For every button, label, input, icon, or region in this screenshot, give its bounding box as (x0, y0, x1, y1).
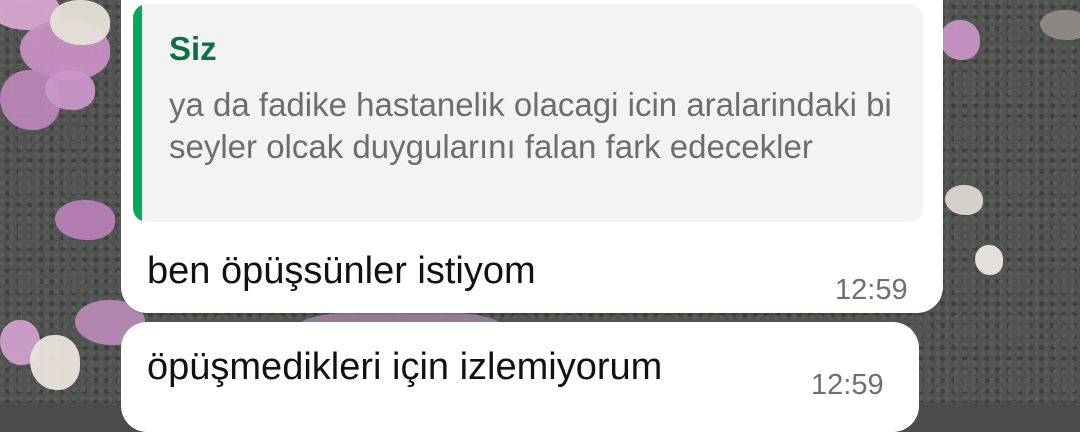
wallpaper-petal (940, 20, 980, 60)
message-bubble[interactable]: öpüşmedikleri için izlemiyorum 12:59 (121, 322, 919, 432)
wallpaper-petal (945, 185, 983, 215)
quoted-message[interactable]: Siz ya da fadike hastanelik olacagi icin… (133, 4, 923, 222)
wallpaper-petal (30, 335, 80, 390)
message-timestamp: 12:59 (811, 369, 884, 401)
wallpaper-petal (50, 0, 110, 45)
quote-accent-bar (133, 4, 142, 222)
message-timestamp: 12:59 (835, 274, 908, 306)
quoted-author: Siz (169, 30, 217, 67)
wallpaper-petal (975, 245, 1003, 275)
message-text: öpüşmedikleri için izlemiyorum (147, 346, 663, 388)
wallpaper-petal (1040, 10, 1080, 40)
wallpaper-petal (45, 70, 95, 110)
message-text: ben öpüşsünler istiyom (147, 250, 536, 292)
wallpaper-petal (55, 200, 115, 240)
quoted-text: ya da fadike hastanelik olacagi icin ara… (169, 86, 892, 165)
message-bubble-reply[interactable]: Siz ya da fadike hastanelik olacagi icin… (121, 0, 943, 313)
